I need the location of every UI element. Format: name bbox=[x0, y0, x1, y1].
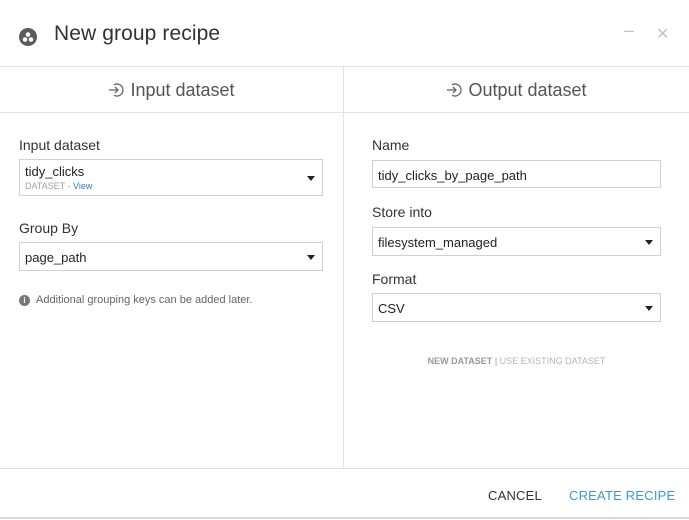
output-column-heading: Output dataset bbox=[468, 80, 587, 100]
new-group-recipe-dialog: New group recipe – ✕ Input dataset Input… bbox=[0, 0, 689, 519]
group-recipe-icon bbox=[19, 28, 37, 46]
chevron-down-icon bbox=[645, 306, 653, 311]
info-icon: i bbox=[19, 295, 30, 306]
dataset-arrow-icon bbox=[108, 82, 125, 103]
dialog-footer: CANCEL CREATE RECIPE bbox=[0, 468, 689, 520]
format-label: Format bbox=[372, 271, 417, 287]
link-separator: | bbox=[494, 356, 498, 366]
chevron-down-icon bbox=[307, 176, 315, 181]
dataset-meta-separator: - bbox=[65, 181, 74, 191]
format-value: CSV bbox=[378, 301, 405, 316]
store-into-select[interactable]: filesystem_managed bbox=[372, 227, 661, 256]
dataset-meta: DATASET - View bbox=[25, 181, 92, 191]
input-dataset-value: tidy_clicks bbox=[25, 164, 85, 179]
minimize-button[interactable]: – bbox=[624, 20, 634, 41]
use-existing-dataset-link[interactable]: USE EXISTING DATASET bbox=[500, 356, 606, 366]
name-input[interactable]: tidy_clicks_by_page_path bbox=[372, 160, 661, 188]
dataset-type: DATASET bbox=[25, 181, 66, 191]
name-value: tidy_clicks_by_page_path bbox=[378, 168, 527, 183]
input-dataset-label: Input dataset bbox=[19, 137, 100, 153]
input-column-heading: Input dataset bbox=[130, 80, 235, 100]
view-dataset-link[interactable]: View bbox=[73, 181, 92, 191]
input-dataset-select[interactable]: tidy_clicks DATASET - View bbox=[19, 159, 323, 196]
close-button[interactable]: ✕ bbox=[656, 24, 669, 44]
format-select[interactable]: CSV bbox=[372, 293, 661, 322]
dataset-arrow-icon bbox=[446, 82, 463, 103]
output-column-header: Output dataset bbox=[344, 67, 689, 113]
input-column-header: Input dataset bbox=[0, 67, 343, 113]
dialog-header: New group recipe – ✕ bbox=[0, 0, 689, 67]
store-into-value: filesystem_managed bbox=[378, 235, 498, 250]
group-by-label: Group By bbox=[19, 220, 79, 236]
store-into-label: Store into bbox=[372, 204, 432, 220]
group-by-value: page_path bbox=[25, 250, 87, 265]
group-by-select[interactable]: page_path bbox=[19, 242, 323, 271]
create-recipe-button[interactable]: CREATE RECIPE bbox=[569, 488, 675, 503]
dialog-title: New group recipe bbox=[54, 22, 221, 45]
chevron-down-icon bbox=[645, 240, 653, 245]
grouping-info: i Additional grouping keys can be added l… bbox=[19, 294, 253, 306]
dataset-mode-links: NEW DATASET | USE EXISTING DATASET bbox=[344, 356, 689, 366]
info-text: Additional grouping keys can be added la… bbox=[36, 294, 253, 306]
name-label: Name bbox=[372, 137, 410, 153]
cancel-button[interactable]: CANCEL bbox=[488, 488, 542, 503]
new-dataset-link[interactable]: NEW DATASET bbox=[428, 356, 493, 366]
column-divider bbox=[343, 67, 344, 468]
chevron-down-icon bbox=[307, 255, 315, 260]
